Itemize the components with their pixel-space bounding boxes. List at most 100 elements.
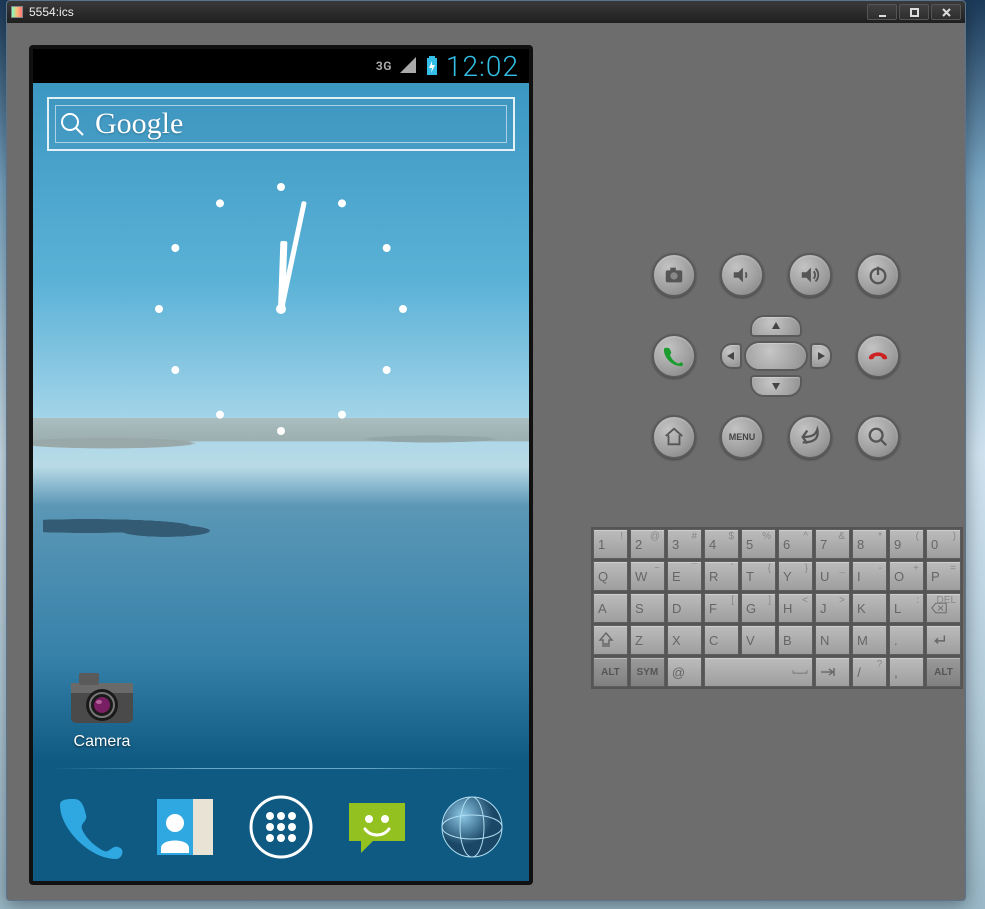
hw-power-button[interactable] [856,253,900,297]
key-d[interactable]: D [667,593,702,623]
minimize-button[interactable] [867,4,897,20]
key-h[interactable]: H< [778,593,813,623]
key-l[interactable]: L: [889,593,924,623]
key-u[interactable]: U_ [815,561,850,591]
key-x[interactable]: X [667,625,702,655]
key-j[interactable]: J> [815,593,850,623]
key-5[interactable]: 5% [741,529,776,559]
hw-home-button[interactable] [652,415,696,459]
browser-icon [438,793,506,861]
key-enter[interactable] [926,625,961,655]
key-y[interactable]: Y} [778,561,813,591]
key-1[interactable]: 1! [593,529,628,559]
key-shift[interactable] [593,625,628,655]
key-slash[interactable]: /? [852,657,887,687]
key-v[interactable]: V [741,625,776,655]
home-screen[interactable]: Google [33,83,529,881]
key-2[interactable]: 2@ [630,529,665,559]
key-6[interactable]: 6^ [778,529,813,559]
close-button[interactable] [931,4,961,20]
key-c[interactable]: C [704,625,739,655]
key-space[interactable] [704,657,814,687]
key-0[interactable]: 0) [926,529,961,559]
key-8[interactable]: 8* [852,529,887,559]
google-search-widget[interactable]: Google [47,97,515,151]
dpad-left[interactable] [720,343,742,369]
dock-browser[interactable] [433,788,511,866]
messaging-icon [343,793,411,861]
key-alt-right[interactable]: ALT [926,657,961,687]
dock-apps[interactable] [242,788,320,866]
hw-volume-up-button[interactable] [788,253,832,297]
hw-end-call-button[interactable] [856,334,900,378]
app-window: 5554:ics 3G 12:02 [6,0,966,901]
key-a[interactable]: A [593,593,628,623]
phone-frame: 3G 12:02 Google [29,45,533,885]
key-.[interactable]: . [889,625,924,655]
key-t[interactable]: T{ [741,561,776,591]
camera-icon [69,671,135,727]
hardware-controls: MENU [601,253,951,477]
key-i[interactable]: I- [852,561,887,591]
app-icon [11,6,23,18]
key-z[interactable]: Z [630,625,665,655]
kbd-row-5: ALTSYM@/?,ALT [593,657,961,687]
google-search-label: Google [95,107,183,141]
key-q[interactable]: Q [593,561,628,591]
dock-divider [49,768,513,769]
key-o[interactable]: O+ [889,561,924,591]
window-title: 5554:ics [29,5,74,19]
hw-camera-button[interactable] [652,253,696,297]
key-comma[interactable]: , [889,657,924,687]
battery-icon [426,56,438,76]
key-s[interactable]: S [630,593,665,623]
kbd-row-2: QW~E¯R`T{Y}U_I-O+P= [593,561,961,591]
hw-volume-down-button[interactable] [720,253,764,297]
camera-shortcut[interactable]: Camera [57,671,147,751]
hw-back-button[interactable] [788,415,832,459]
signal-icon [400,57,418,75]
key-4[interactable]: 4$ [704,529,739,559]
key-at[interactable]: @ [667,657,702,687]
dock [33,779,529,875]
contacts-icon [151,793,219,861]
key-7[interactable]: 7& [815,529,850,559]
hw-search-button[interactable] [856,415,900,459]
key-3[interactable]: 3# [667,529,702,559]
key-f[interactable]: F[ [704,593,739,623]
kbd-row-3: ASDF[G]H<J>KL:DEL [593,593,961,623]
key-9[interactable]: 9( [889,529,924,559]
key-k[interactable]: K [852,593,887,623]
titlebar[interactable]: 5554:ics [7,1,965,23]
key-b[interactable]: B [778,625,813,655]
kbd-row-4: ZXCVBNM. [593,625,961,655]
key-alt-left[interactable]: ALT [593,657,628,687]
analog-clock-widget[interactable] [151,179,411,439]
dock-phone[interactable] [51,788,129,866]
key-del[interactable]: DEL [926,593,961,623]
key-n[interactable]: N [815,625,850,655]
dpad-center[interactable] [744,341,808,371]
dpad-down[interactable] [750,375,802,397]
maximize-button[interactable] [899,4,929,20]
key-g[interactable]: G] [741,593,776,623]
hw-call-button[interactable] [652,334,696,378]
dpad-up[interactable] [750,315,802,337]
key-m[interactable]: M [852,625,887,655]
key-w[interactable]: W~ [630,561,665,591]
key-p[interactable]: P= [926,561,961,591]
dpad-right[interactable] [810,343,832,369]
key-tab[interactable] [815,657,850,687]
camera-shortcut-label: Camera [57,733,147,751]
key-e[interactable]: E¯ [667,561,702,591]
dock-contacts[interactable] [146,788,224,866]
key-r[interactable]: R` [704,561,739,591]
apps-icon [247,793,315,861]
key-sym[interactable]: SYM [630,657,665,687]
client-area: 3G 12:02 Google [21,37,951,886]
hw-menu-button[interactable]: MENU [720,415,764,459]
search-icon [59,111,85,137]
signal-type-label: 3G [376,59,392,73]
status-bar[interactable]: 3G 12:02 [33,49,529,83]
dock-messaging[interactable] [338,788,416,866]
